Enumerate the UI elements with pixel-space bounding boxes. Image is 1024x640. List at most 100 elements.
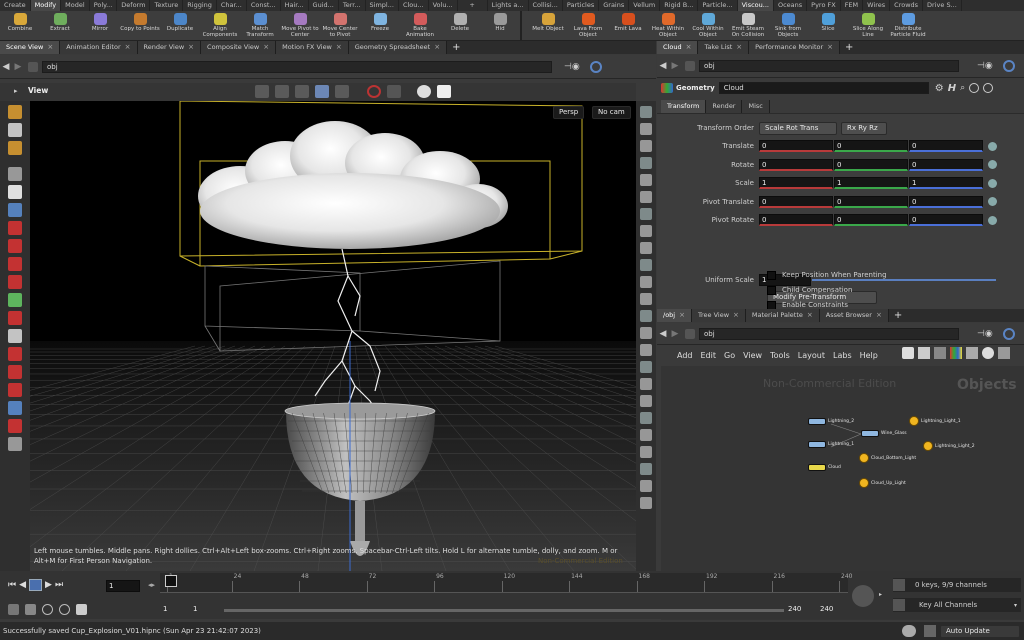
geo-node[interactable]: Lightning_1 [808, 441, 854, 448]
align-tool[interactable]: Align Components [200, 11, 240, 38]
param-field[interactable]: 1 [909, 177, 983, 189]
3d-viewport[interactable]: Persp No cam Left mouse tumbles. Middle … [30, 101, 636, 571]
shelf-tab[interactable]: Volu... [429, 0, 458, 11]
grid-icon[interactable] [295, 85, 309, 98]
help-icon[interactable] [983, 83, 994, 93]
star-icon[interactable] [640, 480, 652, 492]
gear-icon[interactable] [437, 85, 451, 98]
move-icon[interactable] [8, 123, 22, 137]
keys-icon[interactable] [59, 604, 70, 615]
wrench-icon[interactable] [902, 347, 914, 359]
network-menu-item[interactable]: Tools [770, 351, 790, 360]
channel-link-icon[interactable] [988, 197, 997, 206]
add-tab-icon[interactable]: + [894, 310, 902, 321]
shelf-tab[interactable]: Wires [863, 0, 891, 11]
chat-icon[interactable] [902, 625, 916, 637]
param-path-field[interactable]: obj [699, 59, 959, 72]
forward-arrow-icon[interactable]: ▶ [12, 62, 24, 72]
shelf-tab[interactable]: FEM [841, 0, 864, 11]
close-icon[interactable]: × [827, 41, 833, 54]
copy-tool[interactable]: Copy to Points [120, 11, 160, 32]
shelf-tab[interactable]: Poly... [90, 0, 118, 11]
shelf-tab[interactable]: Collisi... [529, 0, 563, 11]
display-icon[interactable] [640, 412, 652, 424]
shelf-tab[interactable]: Viscou... [737, 0, 774, 11]
number-icon[interactable] [640, 327, 652, 339]
steam-tool[interactable]: Emit Steam On Collision [728, 11, 768, 38]
param-field[interactable]: 1 [834, 177, 908, 189]
light-icon[interactable] [640, 208, 652, 220]
shelf-tab[interactable]: Rigid B... [660, 0, 699, 11]
view-icon[interactable] [8, 203, 22, 217]
alarm-icon[interactable] [417, 85, 431, 98]
pane-tab[interactable]: Take List × [698, 41, 750, 54]
cool-tool[interactable]: Cool Within Object [688, 11, 728, 38]
pin-icon[interactable]: ⊣◉ [977, 329, 993, 339]
auto-update-menu[interactable]: Auto Update [940, 625, 1020, 638]
network-menu-item[interactable]: View [743, 351, 762, 360]
orient-icon[interactable] [8, 293, 22, 307]
hide-tool[interactable]: Hid [480, 11, 520, 32]
mirror-tool[interactable]: Mirror [80, 11, 120, 32]
pane-tab[interactable]: Material Palette × [745, 309, 820, 322]
add-tab-icon[interactable]: + [452, 42, 460, 53]
param-field[interactable]: 0 [834, 158, 908, 171]
bulb-icon[interactable] [640, 225, 652, 237]
back-arrow-icon[interactable]: ◀ [657, 61, 669, 71]
stop-icon[interactable] [367, 85, 381, 98]
shelf-tab[interactable]: Crowds [890, 0, 924, 11]
heat-tool[interactable]: Heat Within Object [648, 11, 688, 38]
cube-icon[interactable] [8, 401, 22, 415]
rotate-order-menu[interactable]: Rx Ry Rz [841, 121, 887, 135]
light-node[interactable]: Cloud_Bottom_Light [859, 453, 916, 463]
network-menu-item[interactable]: Labs [833, 351, 852, 360]
match-tool[interactable]: Match Transform [240, 11, 280, 38]
realtime-icon[interactable] [8, 604, 19, 615]
shelf-tab[interactable]: Deform [117, 0, 151, 11]
close-icon[interactable]: × [686, 41, 692, 54]
forward-arrow-icon[interactable]: ▶ [669, 329, 681, 339]
shelf-tab[interactable]: Grains [599, 0, 630, 11]
half-sphere-icon[interactable] [640, 191, 652, 203]
range-slider[interactable] [224, 609, 784, 612]
key-all-channels-menu[interactable]: Key All Channels [919, 601, 977, 609]
channel-link-icon[interactable] [988, 141, 997, 151]
pane-tab[interactable]: Tree View × [691, 309, 746, 322]
shelf-tab[interactable]: Hair... [281, 0, 309, 11]
add-tab-icon[interactable]: + [845, 42, 853, 53]
camera-menu[interactable]: No cam [592, 106, 631, 119]
vertex-icon[interactable] [640, 378, 652, 390]
delete-tool[interactable]: Delete [440, 11, 480, 32]
link-icon[interactable] [1002, 59, 1015, 72]
checkbox[interactable] [767, 270, 776, 280]
select-icon[interactable] [8, 105, 22, 119]
channel-icon[interactable] [893, 599, 905, 611]
step-back-icon[interactable]: ◀ [19, 580, 26, 590]
cam-icon[interactable] [640, 259, 652, 271]
lava-tool[interactable]: Lava From Object [568, 11, 608, 38]
expand-icon[interactable] [998, 347, 1010, 359]
network-menu-item[interactable]: Edit [701, 351, 717, 360]
gear-icon[interactable]: ⚙ [935, 83, 944, 94]
param-subtab[interactable]: Transform [661, 100, 707, 113]
combine-tool[interactable]: Combine [0, 11, 40, 32]
chevron-down-icon[interactable]: ▾ [1014, 602, 1017, 609]
network-menu-item[interactable]: Go [724, 351, 735, 360]
center-tool[interactable]: Move Center to Pivot [320, 11, 360, 38]
pane-tab[interactable]: /obj × [657, 309, 692, 322]
select-mode-icon[interactable] [255, 85, 269, 98]
texture-icon[interactable] [640, 395, 652, 407]
pointer-icon[interactable] [8, 167, 22, 181]
slice-tool[interactable]: Slice [808, 11, 848, 32]
normals-icon[interactable] [640, 429, 652, 441]
frame-arrows-icon[interactable]: ◂▸ [148, 581, 155, 589]
monitor-icon[interactable] [387, 85, 401, 98]
timeline-ruler[interactable]: 124487296120144168192216240 [160, 573, 852, 593]
param-subtab[interactable]: Misc [742, 100, 770, 113]
param-field[interactable]: 0 [834, 195, 908, 208]
pane-tab[interactable]: Scene View × [0, 41, 61, 54]
param-field[interactable]: 0 [759, 195, 833, 208]
layers-icon[interactable] [640, 123, 652, 135]
close-icon[interactable]: × [125, 41, 131, 54]
magnet-icon[interactable] [8, 239, 22, 253]
